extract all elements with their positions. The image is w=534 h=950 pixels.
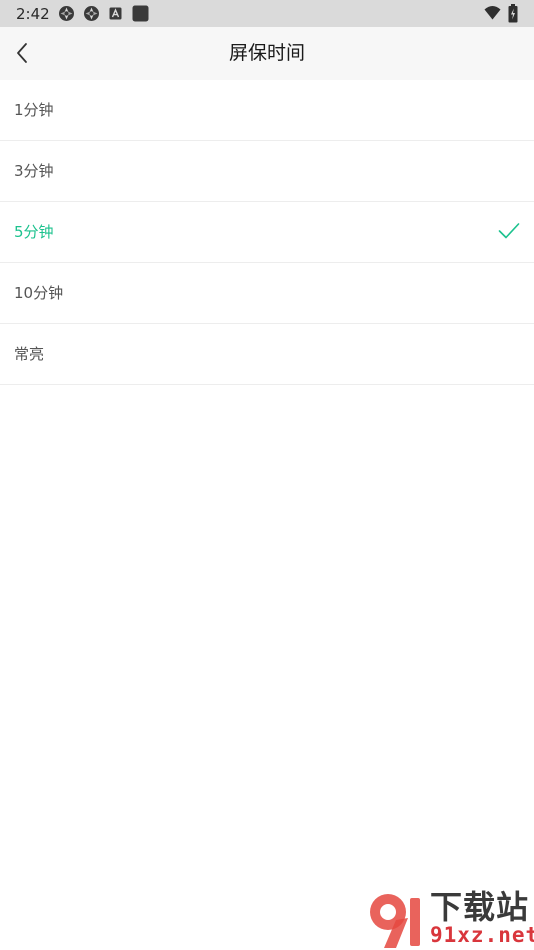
status-bar: 2:42 <box>0 0 534 27</box>
status-time: 2:42 <box>16 5 50 23</box>
option-3-minutes[interactable]: 3分钟 <box>0 141 534 202</box>
screensaver-time-options: 1分钟 3分钟 5分钟 10分钟 常亮 <box>0 80 534 385</box>
option-label: 常亮 <box>14 345 45 363</box>
square-notification-icon <box>132 5 149 22</box>
option-5-minutes[interactable]: 5分钟 <box>0 202 534 263</box>
option-label: 1分钟 <box>14 101 54 119</box>
option-1-minute[interactable]: 1分钟 <box>0 80 534 141</box>
option-label: 10分钟 <box>14 284 64 302</box>
option-label: 3分钟 <box>14 162 54 180</box>
check-icon <box>498 223 520 239</box>
wifi-icon <box>484 6 501 20</box>
option-always-on[interactable]: 常亮 <box>0 324 534 385</box>
battery-charging-icon <box>508 4 518 23</box>
watermark-url: 91xz.net <box>430 923 534 947</box>
screen: 2:42 屏保时间 1分钟 3分钟 5分钟 10分钟 常亮 下载站 91xz.n… <box>0 0 534 950</box>
watermark: 下载站 91xz.net <box>362 888 534 950</box>
page-title: 屏保时间 <box>228 42 305 64</box>
font-a-icon <box>109 7 122 20</box>
watermark-logo-icon <box>370 894 420 948</box>
aperture-notification-icon <box>59 6 74 21</box>
app-bar: 屏保时间 <box>0 27 534 80</box>
option-10-minutes[interactable]: 10分钟 <box>0 263 534 324</box>
aperture-notification-icon-2 <box>84 6 99 21</box>
option-label: 5分钟 <box>14 223 54 241</box>
watermark-title: 下载站 <box>430 888 530 926</box>
